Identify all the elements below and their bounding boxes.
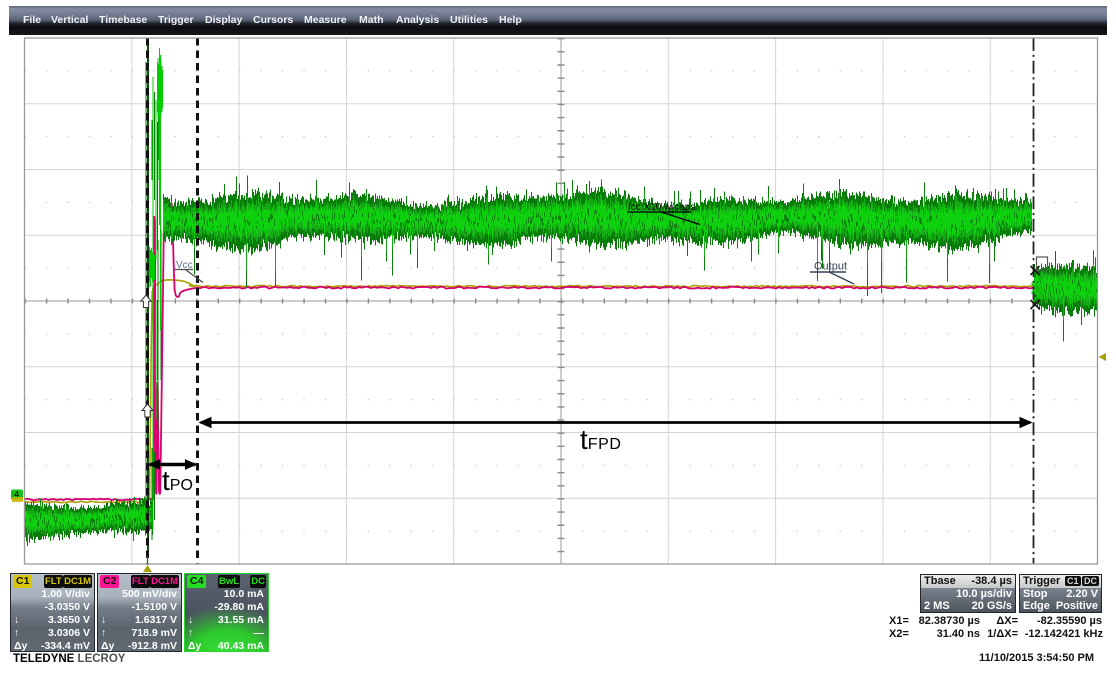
svg-text:Icc X10 w/caps: Icc X10 w/caps [628,202,695,213]
svg-text:tPO: tPO [162,465,193,496]
svg-text:tFPD: tFPD [580,424,622,455]
svg-text:Output: Output [814,261,847,273]
